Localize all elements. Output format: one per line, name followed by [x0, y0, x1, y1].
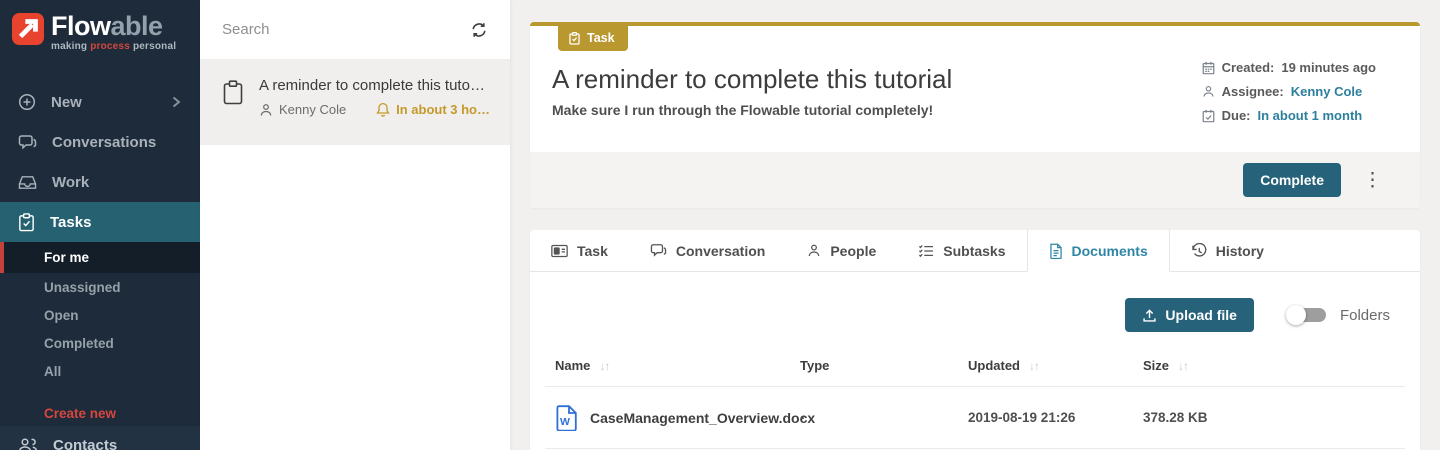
badge-label: Task — [587, 31, 615, 45]
due-label: Due: — [1221, 108, 1251, 123]
tab-conversation[interactable]: Conversation — [629, 230, 786, 271]
sort-icon[interactable]: ↓↑ — [599, 359, 610, 373]
complete-button[interactable]: Complete — [1243, 163, 1341, 197]
task-tabs-card: Task Conversation People Subtasks Docume… — [530, 230, 1420, 450]
flowable-logo-icon — [12, 13, 44, 45]
col-header-type: Type — [800, 358, 830, 373]
created-value: 19 minutes ago — [1281, 60, 1376, 75]
sidebar-nav: New Conversations Work Tasks For me Unas… — [0, 82, 200, 427]
chevron-right-icon — [172, 96, 181, 108]
create-new-link[interactable]: Create new — [0, 399, 200, 427]
sidebar-item-contacts[interactable]: Contacts — [0, 426, 200, 450]
brand-name: Flowable — [51, 11, 163, 41]
upload-file-button[interactable]: Upload file — [1125, 298, 1254, 332]
folders-toggle[interactable] — [1285, 305, 1328, 325]
sidebar-filter-all[interactable]: All — [0, 357, 200, 385]
clipboard-check-icon — [569, 31, 580, 45]
due-link[interactable]: In about 1 month — [1258, 108, 1363, 123]
document-icon — [1049, 243, 1062, 259]
created-label: Created: — [1221, 60, 1275, 75]
chat-bubbles-icon — [650, 244, 667, 257]
more-options-icon[interactable]: ⋮ — [1357, 171, 1388, 190]
tasks-subnav: For me Unassigned Open Completed All Cre… — [0, 242, 200, 427]
task-item-assignee: Kenny Cole — [279, 102, 347, 117]
table-row[interactable]: W CaseManagement_Overview.docx - 2019-08… — [545, 387, 1405, 449]
nav-label: Tasks — [50, 213, 92, 231]
clipboard-icon — [223, 80, 243, 105]
task-list-panel: A reminder to complete this tuto… Kenny … — [200, 0, 510, 450]
main-content: Task A reminder to complete this tutoria… — [530, 22, 1420, 450]
sidebar-item-tasks[interactable]: Tasks — [0, 202, 200, 242]
id-card-icon — [551, 244, 568, 257]
file-name: CaseManagement_Overview.docx — [590, 409, 816, 426]
upload-icon — [1143, 308, 1157, 322]
due-row: Due: In about 1 month — [1202, 108, 1376, 123]
word-file-icon: W — [556, 404, 577, 431]
file-type: - — [800, 410, 805, 425]
sidebar-item-conversations[interactable]: Conversations — [0, 122, 200, 162]
sidebar-filter-open[interactable]: Open — [0, 301, 200, 329]
sort-icon[interactable]: ↓↑ — [1029, 359, 1040, 373]
page-title: A reminder to complete this tutorial — [552, 64, 953, 94]
sidebar-filter-for-me[interactable]: For me — [0, 242, 200, 273]
task-type-badge: Task — [558, 26, 628, 51]
search-input[interactable] — [222, 21, 470, 38]
task-item-title: A reminder to complete this tuto… — [259, 77, 485, 94]
person-icon — [809, 244, 820, 257]
brand-tagline: making process personal — [51, 41, 177, 52]
tab-task[interactable]: Task — [530, 230, 629, 271]
folders-toggle-label: Folders — [1339, 306, 1390, 324]
calendar-check-icon — [1202, 109, 1214, 122]
checklist-icon — [919, 244, 934, 257]
tab-people[interactable]: People — [786, 230, 897, 271]
sidebar: Flowable making process personal New Con… — [0, 0, 200, 450]
flowable-logo[interactable]: Flowable making process personal — [0, 0, 200, 52]
file-updated: 2019-08-19 21:26 — [968, 410, 1076, 425]
chat-bubbles-icon — [18, 134, 37, 150]
task-item-reminder: In about 3 ho… — [396, 102, 490, 117]
sidebar-filter-unassigned[interactable]: Unassigned — [0, 273, 200, 301]
calendar-icon — [1202, 61, 1214, 74]
nav-label: Conversations — [52, 133, 157, 151]
assignee-label: Assignee: — [1221, 84, 1284, 99]
inbox-icon — [18, 175, 37, 189]
people-icon — [18, 438, 38, 450]
documents-toolbar: Upload file Folders — [530, 298, 1390, 332]
task-heading: A reminder to complete this tutorial Mak… — [552, 56, 952, 132]
task-description: Make sure I run through the Flowable tut… — [552, 102, 934, 118]
tab-history[interactable]: History — [1170, 230, 1285, 271]
nav-label: Contacts — [53, 436, 118, 450]
created-row: Created: 19 minutes ago — [1202, 60, 1376, 75]
action-bar: Complete ⋮ — [530, 152, 1420, 208]
task-header-card: Task A reminder to complete this tutoria… — [530, 22, 1420, 208]
nav-label: New — [51, 93, 82, 111]
task-meta: Created: 19 minutes ago Assignee: Kenny … — [1202, 60, 1376, 132]
file-size: 378.28 KB — [1143, 410, 1208, 425]
task-list-item[interactable]: A reminder to complete this tuto… Kenny … — [200, 60, 510, 145]
person-icon — [260, 103, 272, 116]
tab-documents[interactable]: Documents — [1026, 230, 1170, 272]
history-icon — [1192, 242, 1207, 257]
sort-icon[interactable]: ↓↑ — [1178, 359, 1189, 373]
sidebar-item-work[interactable]: Work — [0, 162, 200, 202]
col-header-size[interactable]: Size ↓↑ — [1143, 358, 1405, 373]
svg-text:W: W — [560, 416, 570, 428]
tab-bar: Task Conversation People Subtasks Docume… — [530, 230, 1420, 272]
col-header-updated[interactable]: Updated ↓↑ — [968, 358, 1143, 373]
refresh-icon[interactable] — [470, 21, 488, 39]
col-header-name[interactable]: Name ↓↑ — [545, 358, 800, 373]
bell-icon — [376, 102, 390, 117]
clipboard-check-icon — [19, 212, 34, 231]
sidebar-filter-completed[interactable]: Completed — [0, 329, 200, 357]
nav-label: Work — [52, 173, 90, 191]
sidebar-item-new[interactable]: New — [0, 82, 200, 122]
plus-circle-icon — [18, 93, 36, 111]
documents-table: Name ↓↑ Type Updated ↓↑ Size ↓↑ W CaseManag… — [545, 358, 1405, 449]
search-bar — [200, 0, 510, 60]
assignee-link[interactable]: Kenny Cole — [1291, 84, 1363, 99]
assignee-row: Assignee: Kenny Cole — [1202, 84, 1376, 99]
tab-subtasks[interactable]: Subtasks — [897, 230, 1026, 271]
table-header-row: Name ↓↑ Type Updated ↓↑ Size ↓↑ — [545, 358, 1405, 387]
person-icon — [1203, 86, 1214, 97]
